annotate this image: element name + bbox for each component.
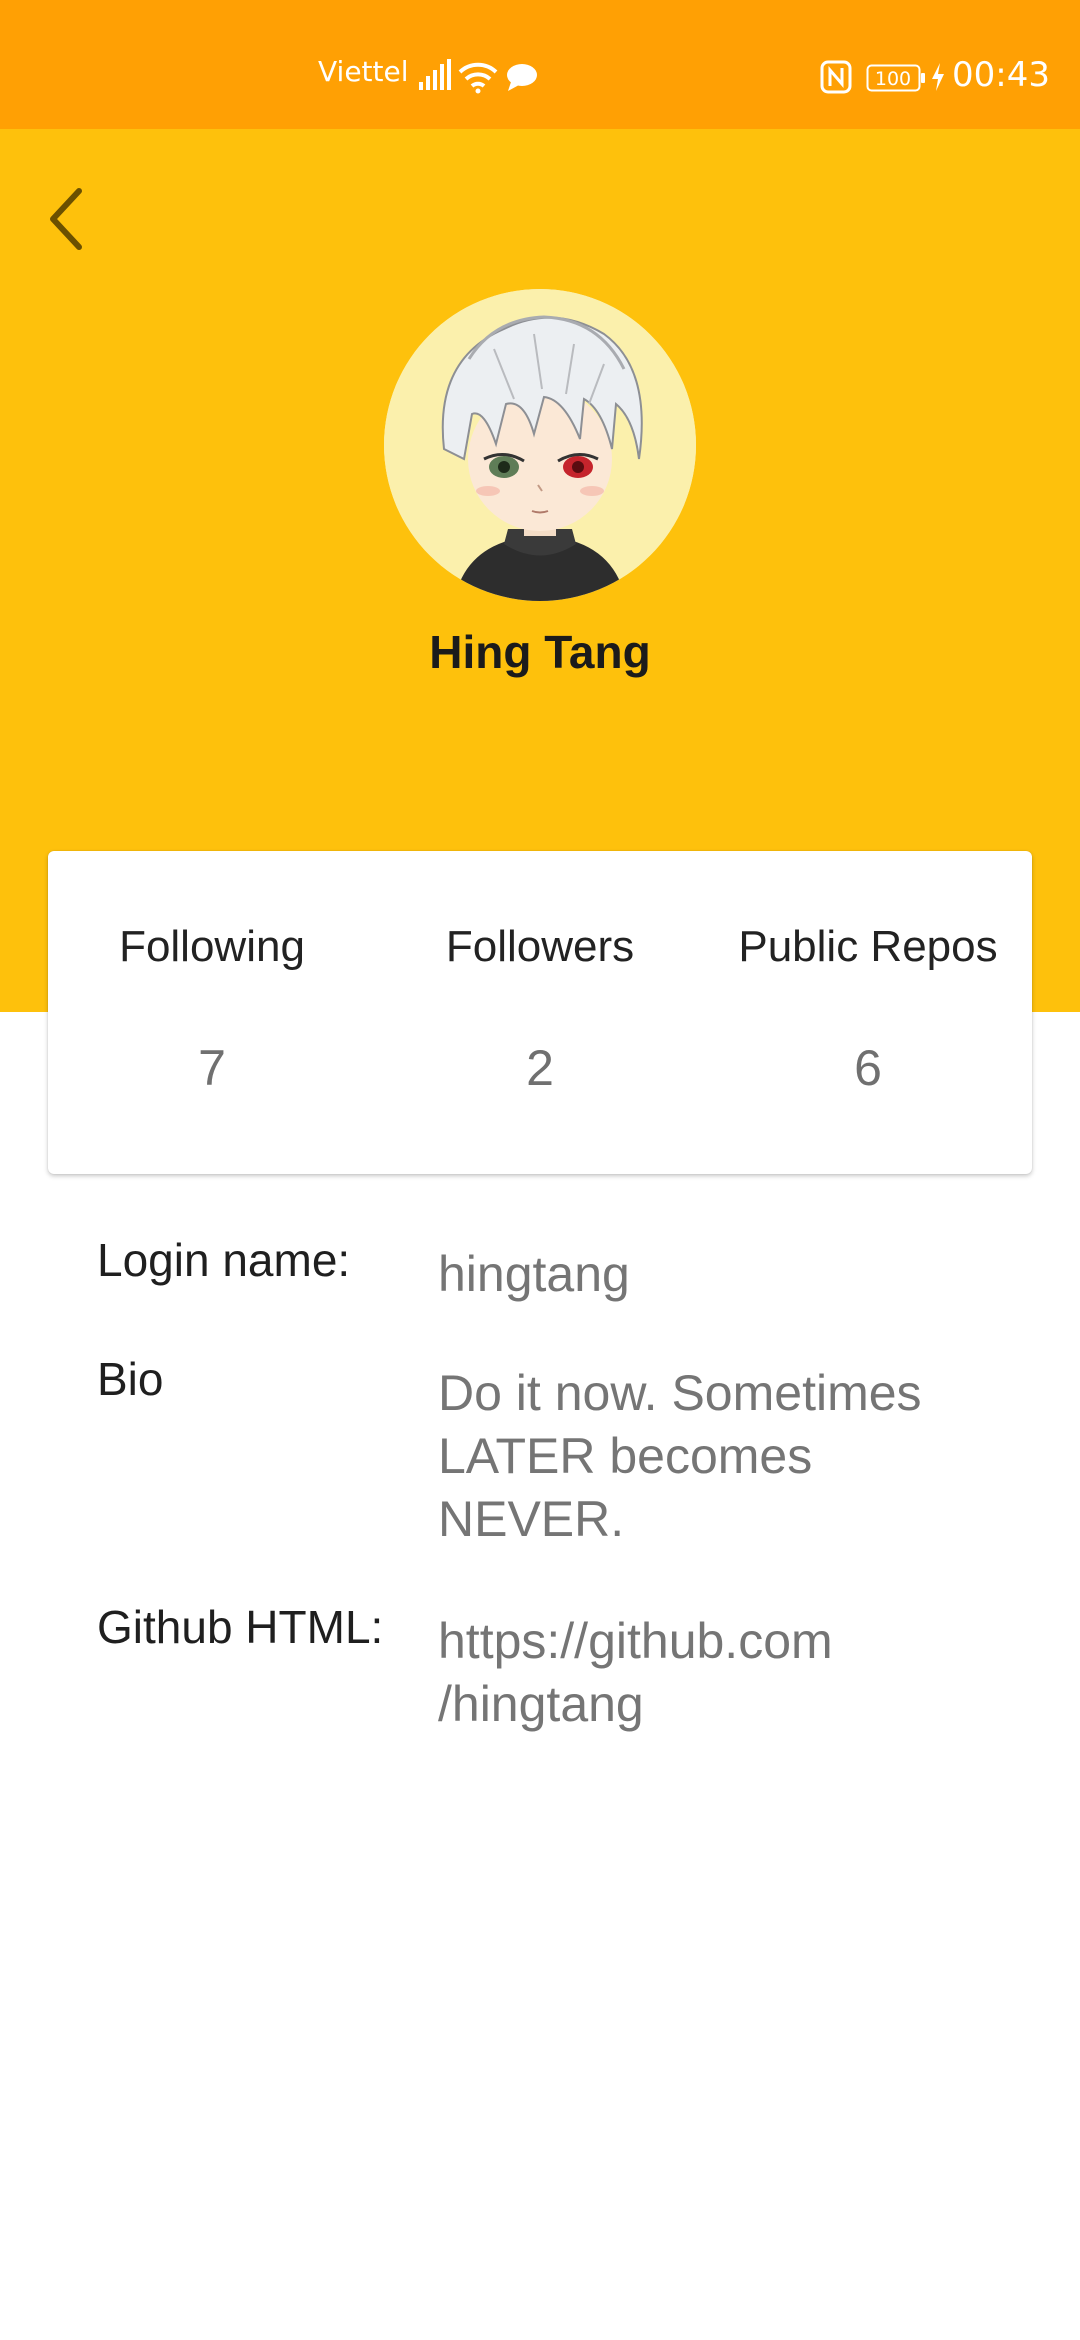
stat-label: Followers (445, 922, 635, 971)
stat-label: Public Repos (738, 922, 998, 971)
chevron-left-icon (50, 188, 82, 250)
stat-followers[interactable]: Followers 2 (376, 851, 704, 1174)
battery-level: 100 (875, 68, 911, 90)
github-label: Github HTML: (97, 1601, 384, 1653)
back-button[interactable] (30, 179, 100, 259)
anime-avatar (384, 289, 696, 601)
login-name-value: hingtang (438, 1246, 630, 1302)
stat-value: 7 (198, 1040, 226, 1096)
avatar (384, 289, 696, 601)
stat-label: Following (119, 922, 305, 971)
signal-icon (419, 59, 451, 90)
chat-icon (507, 64, 537, 91)
wifi-icon (458, 62, 498, 94)
stats-card: Following 7 Followers 2 Public Repos 6 (48, 851, 1032, 1174)
user-display-name: Hing Tang (429, 626, 651, 678)
nfc-icon (820, 60, 852, 94)
login-name-label: Login name: (97, 1234, 351, 1286)
stat-value: 2 (526, 1040, 554, 1096)
stat-value: 6 (854, 1040, 882, 1096)
github-link-line: /hingtang (438, 1676, 644, 1732)
battery-icon: 100 (866, 64, 925, 92)
status-bar: Viettel 100 00:43 (0, 0, 1080, 129)
carrier-name: Viettel (318, 55, 409, 88)
bio-line: NEVER. (438, 1491, 625, 1547)
github-link[interactable]: https://github.com /hingtang (438, 1610, 998, 1736)
stat-following[interactable]: Following 7 (48, 851, 376, 1174)
bio-line: Do it now. Sometimes (438, 1365, 922, 1421)
stat-public-repos[interactable]: Public Repos 6 (704, 851, 1032, 1174)
charging-bolt-icon (932, 63, 944, 91)
bio-line: LATER becomes (438, 1428, 813, 1484)
bio-value: Do it now. Sometimes LATER becomes NEVER… (438, 1362, 998, 1551)
status-time: 00:43 (952, 55, 1050, 95)
github-link-line: https://github.com (438, 1613, 833, 1669)
bio-label: Bio (97, 1353, 164, 1405)
